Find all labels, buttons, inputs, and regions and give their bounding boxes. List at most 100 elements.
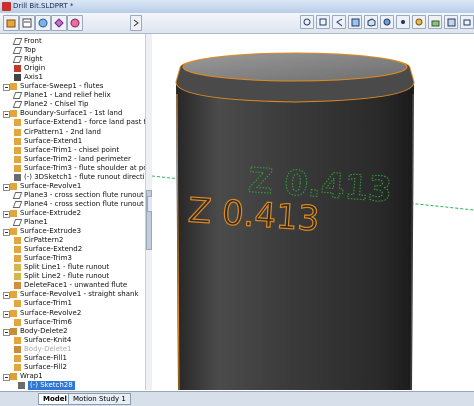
graphics-viewport[interactable]: Z 0.413 Z 0.413	[151, 34, 474, 391]
tree-item[interactable]: Top	[0, 46, 145, 55]
tree-item[interactable]: Body-Delete2	[0, 327, 145, 336]
expand-toggle-icon[interactable]	[3, 84, 10, 92]
tree-item[interactable]: Origin	[0, 64, 145, 73]
tree-item[interactable]: Surface-Trim6	[0, 318, 145, 327]
restore-window-icon[interactable]	[460, 15, 474, 29]
tree-item[interactable]: Surface-Fill1	[0, 354, 145, 363]
tree-item[interactable]: Surface-Extend1	[0, 137, 145, 146]
tree-item[interactable]: Wrap1	[0, 372, 145, 381]
tree-item[interactable]: Plane4 - cross section flute runout	[0, 200, 145, 209]
body-delete-icon	[10, 327, 17, 335]
tree-item[interactable]: CirPattern2	[0, 236, 145, 245]
tree-item-label: Surface-Extend1	[24, 136, 83, 145]
tree-item[interactable]: Surface-Extend2	[0, 245, 145, 254]
view-settings-icon[interactable]	[444, 15, 458, 29]
expand-toggle-icon[interactable]	[3, 292, 10, 300]
surface-feature-icon	[14, 119, 21, 127]
tree-item[interactable]: Surface-Trim3 - flute shoulder at point	[0, 164, 151, 173]
tree-item[interactable]: Surface-Extrude3	[0, 227, 145, 237]
delete-face-icon	[14, 282, 21, 290]
tree-item[interactable]: Surface-Extrude2	[0, 209, 145, 218]
tree-item-label: Surface-Sweep1 - flutes	[20, 82, 104, 91]
tree-item-label: Surface-Trim1 - chisel point	[24, 145, 120, 154]
tree-item-label: Axis1	[24, 73, 43, 82]
tree-item[interactable]: Body-Delete1	[0, 345, 145, 354]
tree-item-label: (-) 3DSketch1 - flute runout direction	[24, 172, 152, 181]
tree-item-label: Right	[24, 55, 43, 64]
tree-item[interactable]: Right	[0, 55, 145, 64]
expand-toggle-icon[interactable]	[3, 183, 10, 191]
section-view-icon[interactable]	[348, 15, 362, 29]
tree-item-label: Plane1	[24, 218, 48, 226]
plane-icon	[12, 101, 23, 109]
top-face[interactable]	[182, 52, 408, 82]
split-line-icon	[14, 273, 21, 281]
expand-toggle-icon[interactable]	[3, 111, 10, 119]
tree-item[interactable]: (-) Sketch28	[0, 380, 145, 390]
surface-feature-icon	[14, 255, 21, 263]
tree-item[interactable]: Split Line2 - flute runout	[0, 272, 145, 281]
tree-item[interactable]: Surface-Trim1	[0, 299, 145, 308]
tree-item[interactable]: Surface-Trim2 - land perimeter	[0, 155, 145, 164]
tree-item[interactable]: (-) 3DSketch1 - flute runout direction	[0, 173, 151, 182]
tree-item[interactable]: Plane2 - Chisel Tip	[0, 100, 145, 109]
tree-item[interactable]: Surface-Trim3	[0, 254, 145, 263]
tree-item[interactable]: Axis1	[0, 73, 145, 82]
tree-item[interactable]: Front	[0, 37, 145, 46]
tree-item[interactable]: Surface-Trim1 - chisel point	[0, 146, 145, 155]
zoom-to-fit-icon[interactable]	[300, 15, 314, 29]
tree-item[interactable]: Split Line1 - flute runout	[0, 263, 145, 272]
tree-item[interactable]: Plane3 - cross section flute runout	[0, 191, 145, 200]
surface-feature-icon	[10, 228, 17, 236]
feature-manager-tab-icon[interactable]	[3, 15, 19, 31]
tree-item-label: Surface-Extend2	[24, 245, 83, 254]
tree-item[interactable]: Surface-Sweep1 - flutes	[0, 82, 145, 92]
bottom-tab-bar: Model Motion Study 1	[0, 391, 474, 406]
display-style-icon[interactable]	[380, 15, 394, 29]
plane-icon	[12, 47, 23, 55]
tree-item[interactable]: CirPattern1 - 2nd land	[0, 128, 145, 137]
tree-item-label: CirPattern2	[24, 236, 64, 245]
tree-item-label: Plane4 - cross section flute runout	[24, 199, 144, 208]
expand-toggle-icon[interactable]	[3, 210, 10, 218]
dimxpert-tab-icon[interactable]	[51, 15, 67, 31]
tree-item-label: DeleteFace1 - unwanted flute	[24, 281, 128, 290]
expand-toggle-icon[interactable]	[3, 328, 10, 336]
tree-item-label: (-) Sketch28	[28, 380, 75, 390]
tree-item[interactable]: Surface-Knit4	[0, 336, 145, 345]
tree-item[interactable]: Surface-Revolve2	[0, 309, 145, 318]
panel-expand-icon[interactable]	[130, 15, 142, 31]
tree-item[interactable]: Surface-Fill2	[0, 363, 145, 372]
tree-item[interactable]: Surface-Extend1 - force land past flute	[0, 118, 151, 127]
tree-scrollbar[interactable]	[145, 34, 152, 390]
property-manager-tab-icon[interactable]	[19, 15, 35, 31]
edit-appearance-icon[interactable]	[412, 15, 426, 29]
feature-manager-tree: Front Top Right Origin Axis1 Surface-Sweep1 -…	[0, 34, 152, 390]
tree-item[interactable]: Plane1	[0, 218, 145, 227]
hide-show-items-icon[interactable]	[396, 15, 410, 29]
expand-toggle-icon[interactable]	[3, 373, 10, 381]
apply-scene-icon[interactable]	[428, 15, 442, 29]
zoom-area-icon[interactable]	[316, 15, 330, 29]
tree-item-label: Surface-Knit4	[24, 335, 72, 344]
tree-item-label: Split Line1 - flute runout	[24, 263, 110, 272]
tree-item[interactable]: Surface-Revolve1	[0, 182, 145, 191]
display-manager-tab-icon[interactable]	[67, 15, 83, 31]
tree-item-label: Plane2 - Chisel Tip	[24, 100, 89, 109]
model-canvas[interactable]: Z 0.413 Z 0.413	[151, 34, 474, 391]
tab-model[interactable]: Model	[38, 393, 72, 405]
tree-item[interactable]: Surface-Revolve1 - straight shank	[0, 290, 145, 300]
previous-view-icon[interactable]	[332, 15, 346, 29]
tree-item-label: Surface-Revolve2	[20, 308, 82, 317]
expand-toggle-icon[interactable]	[3, 229, 10, 237]
origin-icon	[14, 65, 21, 73]
tree-item[interactable]: DeleteFace1 - unwanted flute	[0, 281, 145, 290]
tab-motion-study-1[interactable]: Motion Study 1	[68, 393, 131, 405]
view-orientation-icon[interactable]	[364, 15, 378, 29]
tree-item-label: Surface-Trim6	[24, 317, 72, 326]
axis-icon	[14, 74, 21, 82]
tree-item[interactable]: Boundary-Surface1 - 1st land	[0, 109, 145, 119]
tree-item[interactable]: Plane1 - Land relief helix	[0, 91, 145, 100]
expand-toggle-icon[interactable]	[3, 310, 10, 318]
configuration-manager-tab-icon[interactable]	[35, 15, 51, 31]
